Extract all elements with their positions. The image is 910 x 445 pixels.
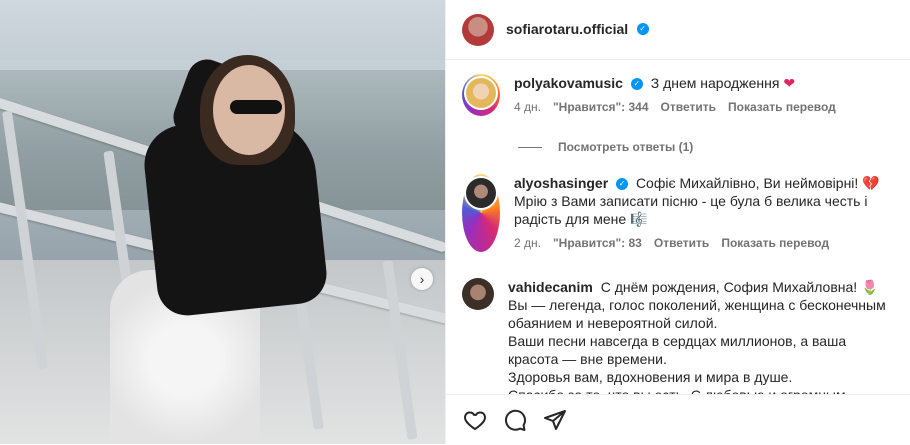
translate-button[interactable]: Показать перевод: [721, 234, 829, 252]
photo-person-sunglasses: [230, 100, 282, 114]
reply-button[interactable]: Ответить: [661, 98, 716, 116]
post-actions-bar: [446, 394, 910, 445]
replies-divider: [518, 146, 542, 148]
commenter-avatar[interactable]: [462, 74, 500, 116]
post-side-panel: sofiarotaru.official ✓ polyakovamusic ✓ …: [445, 0, 910, 444]
comment-item: vahidecanim С днём рождения, София Михай…: [462, 278, 902, 394]
heart-icon: [464, 411, 486, 431]
comment-time: 4 дн.: [514, 100, 541, 114]
translate-button[interactable]: Показать перевод: [728, 98, 836, 116]
comment-meta: 4 дн. "Нравится": 344 Ответить Показать …: [514, 98, 902, 116]
view-replies-button[interactable]: Посмотреть ответы (1): [518, 140, 693, 154]
post-photo[interactable]: ›: [0, 0, 445, 444]
post-header: sofiarotaru.official ✓: [446, 0, 910, 60]
view-replies-label: Посмотреть ответы (1): [558, 140, 694, 154]
comment-text-line: Вы — легенда, голос поколений, женщина с…: [508, 297, 886, 331]
comment-button[interactable]: [502, 407, 528, 433]
like-button[interactable]: [462, 407, 488, 433]
comment-item: polyakovamusic ✓ З днем народження ❤ 4 д…: [462, 74, 902, 116]
author-username[interactable]: sofiarotaru.official: [506, 21, 628, 37]
comment-likes[interactable]: "Нравится": 344: [553, 98, 649, 116]
comment-text-line: Ваши песни навсегда в сердцах миллионов,…: [508, 333, 847, 367]
next-photo-button[interactable]: ›: [411, 268, 433, 290]
author-avatar[interactable]: [462, 13, 494, 46]
verified-badge-icon: ✓: [616, 178, 629, 191]
commenter-username[interactable]: alyoshasinger: [514, 175, 608, 191]
comments-list: polyakovamusic ✓ З днем народження ❤ 4 д…: [446, 60, 910, 394]
comment-time: 2 дн.: [514, 236, 541, 250]
author-info: sofiarotaru.official ✓: [506, 21, 649, 39]
heart-emoji: ❤: [783, 75, 796, 91]
commenter-avatar[interactable]: [462, 278, 494, 310]
comment-item: alyoshasinger ✓ Софіє Михайлівно, Ви ней…: [462, 174, 902, 252]
chevron-right-icon: ›: [419, 271, 425, 287]
comment-likes[interactable]: "Нравится": 83: [553, 234, 642, 252]
share-button[interactable]: [542, 407, 568, 433]
verified-badge-icon: ✓: [630, 78, 643, 91]
comment-text-line: Спасибо за то, что вы есть. С любовью и …: [508, 386, 898, 394]
send-icon: [544, 410, 566, 430]
verified-badge-icon: ✓: [636, 23, 649, 36]
comment-text-line: С днём рождения, София Михайловна! 🌷: [600, 279, 879, 295]
reply-button[interactable]: Ответить: [654, 234, 709, 252]
commenter-username[interactable]: polyakovamusic: [514, 75, 623, 91]
comment-meta: 2 дн. "Нравится": 83 Ответить Показать п…: [514, 234, 902, 252]
comment-text-line: Здоровья вам, вдохновения и мира в душе.: [508, 369, 793, 385]
comment-icon: [505, 409, 526, 431]
comment-text: З днем народження: [650, 75, 780, 91]
commenter-username[interactable]: vahidecanim: [508, 279, 593, 295]
commenter-avatar[interactable]: [462, 174, 500, 252]
